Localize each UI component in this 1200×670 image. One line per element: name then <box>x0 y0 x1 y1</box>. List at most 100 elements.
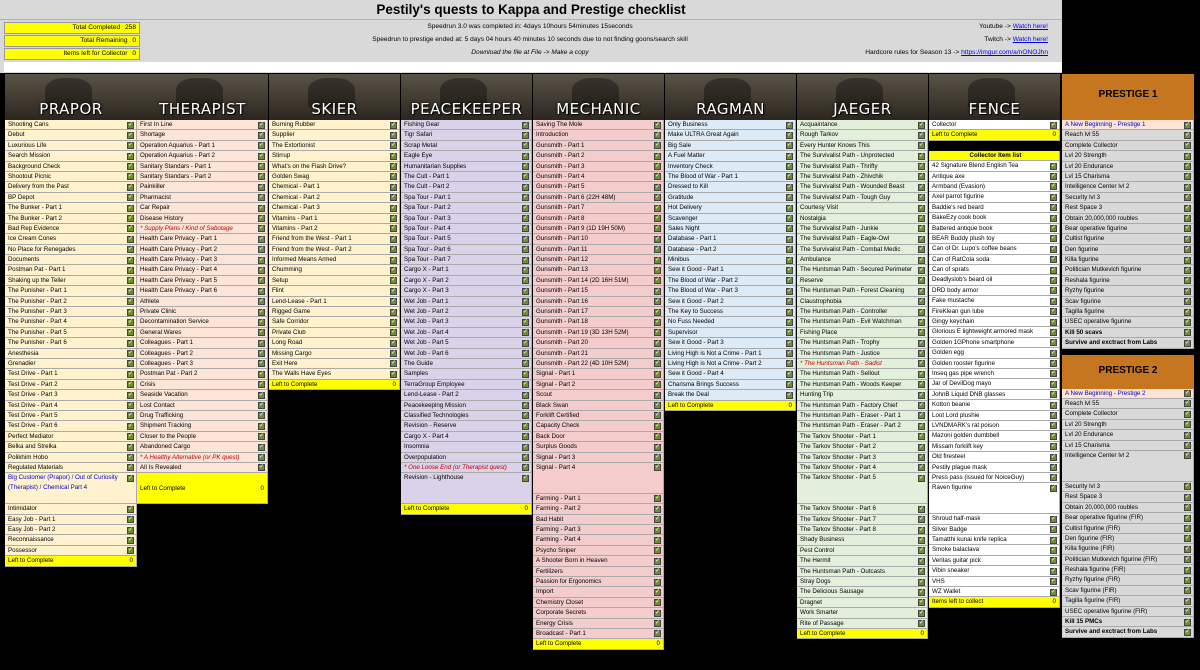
checkbox-checked-icon[interactable]: ✓ <box>1050 121 1057 129</box>
prestige-row[interactable]: Reshala figurine (FIR) ✓ <box>1062 565 1194 576</box>
checkbox-checked-icon[interactable]: ✓ <box>522 266 529 274</box>
quest-row[interactable]: Database - Part 1 ✓ <box>665 234 796 245</box>
checkbox-checked-icon[interactable]: ✓ <box>654 360 661 368</box>
checkbox-checked-icon[interactable]: ✓ <box>258 370 265 378</box>
checkbox-checked-icon[interactable]: ✓ <box>654 152 661 160</box>
checkbox-checked-icon[interactable]: ✓ <box>390 246 397 254</box>
quest-row[interactable]: The Tarkov Shooter - Part 3 ✓ <box>797 452 928 463</box>
checkbox-checked-icon[interactable]: ✓ <box>654 412 661 420</box>
prestige-row[interactable]: Survive and exctract from Labs ✓ <box>1062 627 1194 638</box>
quest-row[interactable]: Sanitary Standars - Part 2 ✓ <box>137 171 268 183</box>
quest-row[interactable]: Gunsmith - Part 13 ✓ <box>533 265 664 276</box>
checkbox-checked-icon[interactable]: ✓ <box>786 266 793 274</box>
quest-row[interactable]: Gunsmith - Part 12 ✓ <box>533 255 664 266</box>
checkbox-checked-icon[interactable]: ✓ <box>1050 360 1057 368</box>
quest-row[interactable]: The Tarkov Shooter - Part 2 ✓ <box>797 442 928 453</box>
quest-row[interactable]: Shipment Tracking ✓ <box>137 421 268 432</box>
prestige-row[interactable]: Intelligence Center lvl 2 ✓ <box>1062 182 1194 193</box>
checkbox-checked-icon[interactable]: ✓ <box>654 505 661 513</box>
checkbox-checked-icon[interactable]: ✓ <box>390 339 397 347</box>
prestige-row[interactable]: Killa figurine ✓ <box>1062 255 1194 266</box>
checkbox-checked-icon[interactable]: ✓ <box>1050 546 1057 554</box>
checkbox-checked-icon[interactable]: ✓ <box>786 318 793 326</box>
checkbox-checked-icon[interactable]: ✓ <box>918 163 925 171</box>
checkbox-checked-icon[interactable]: ✓ <box>127 225 134 233</box>
checkbox-checked-icon[interactable]: ✓ <box>918 277 925 285</box>
quest-row[interactable]: Regulated Materials ✓ <box>5 462 137 474</box>
prestige-row[interactable]: Kill 15 PMCs ✓ <box>1062 617 1194 628</box>
prestige-row[interactable]: Scav figurine (FIR) ✓ <box>1062 585 1194 597</box>
checkbox-checked-icon[interactable]: ✓ <box>1184 493 1191 501</box>
checkbox-checked-icon[interactable]: ✓ <box>1050 422 1057 430</box>
quest-row[interactable]: Gunsmith - Part 7 ✓ <box>533 203 664 214</box>
quest-row[interactable]: Signal - Part 1 ✓ <box>533 369 664 380</box>
checkbox-checked-icon[interactable]: ✓ <box>1184 576 1191 584</box>
quest-row[interactable]: Gunsmith - Part 16 ✓ <box>533 296 664 308</box>
prestige-row[interactable]: Tagilla figurine (FIR) ✓ <box>1062 596 1194 607</box>
quest-row[interactable]: Drug Trafficking ✓ <box>137 410 268 422</box>
quest-row[interactable]: Psycho Sniper ✓ <box>533 545 664 557</box>
checkbox-checked-icon[interactable]: ✓ <box>1050 557 1057 565</box>
checkbox-checked-icon[interactable]: ✓ <box>1184 318 1191 326</box>
quest-row[interactable]: Gratitude ✓ <box>665 192 796 204</box>
checkbox-checked-icon[interactable]: ✓ <box>522 422 529 430</box>
quest-row[interactable]: The Huntsman Path - Forest Cleaning ✓ <box>797 286 928 297</box>
prestige-row[interactable]: Security lvl 3 ✓ <box>1062 192 1194 204</box>
checkbox-checked-icon[interactable]: ✓ <box>390 163 397 171</box>
checkbox-checked-icon[interactable]: ✓ <box>1184 277 1191 285</box>
quest-row[interactable]: Spa Tour - Part 4 ✓ <box>401 223 532 235</box>
checkbox-checked-icon[interactable]: ✓ <box>127 505 134 513</box>
quest-row[interactable]: Health Care Privacy - Part 3 ✓ <box>137 255 268 266</box>
quest-row[interactable]: The Punisher - Part 5 ✓ <box>5 327 137 339</box>
quest-row[interactable]: Gunsmith - Part 3 ✓ <box>533 161 664 172</box>
quest-row[interactable]: The Tarkov Shooter - Part 7 ✓ <box>797 514 928 526</box>
checkbox-checked-icon[interactable]: ✓ <box>918 142 925 150</box>
quest-row[interactable]: Chemistry Closet ✓ <box>533 597 664 609</box>
checkbox-checked-icon[interactable]: ✓ <box>522 329 529 337</box>
checkbox-checked-icon[interactable]: ✓ <box>654 516 661 524</box>
prestige-row[interactable]: Reach lvl 55 ✓ <box>1062 398 1194 410</box>
quest-row[interactable]: Fishing Gear ✓ <box>401 120 532 131</box>
collector-item[interactable]: FireKlean gun lube ✓ <box>929 306 1060 318</box>
checkbox-checked-icon[interactable]: ✓ <box>127 235 134 243</box>
quest-row[interactable]: Wet Job - Part 3 ✓ <box>401 317 532 328</box>
checkbox-checked-icon[interactable]: ✓ <box>390 318 397 326</box>
checkbox-checked-icon[interactable]: ✓ <box>1184 525 1191 532</box>
quest-row[interactable]: Saving The Mole ✓ <box>533 120 664 131</box>
checkbox-checked-icon[interactable]: ✓ <box>654 391 661 399</box>
checkbox-checked-icon[interactable]: ✓ <box>127 433 134 441</box>
quest-row[interactable]: All Is Revealed ✓ <box>137 462 268 474</box>
checkbox-checked-icon[interactable]: ✓ <box>1050 380 1057 388</box>
quest-row[interactable]: The Survivalist Path - Wounded Beast ✓ <box>797 182 928 193</box>
quest-row[interactable]: Colleagues - Part 2 ✓ <box>137 348 268 359</box>
quest-row[interactable]: Forklift Certified ✓ <box>533 410 664 422</box>
quest-row[interactable]: Chemical - Part 1 ✓ <box>269 182 400 193</box>
checkbox-checked-icon[interactable]: ✓ <box>390 256 397 264</box>
quest-row[interactable]: Inventory Check ✓ <box>665 161 796 172</box>
checkbox-checked-icon[interactable]: ✓ <box>1050 370 1057 378</box>
checkbox-checked-icon[interactable]: ✓ <box>1184 215 1191 223</box>
checkbox-checked-icon[interactable]: ✓ <box>522 433 529 441</box>
checkbox-checked-icon[interactable]: ✓ <box>127 370 134 378</box>
prestige-row[interactable]: USEC operative figurine ✓ <box>1062 317 1194 328</box>
checkbox-checked-icon[interactable]: ✓ <box>1184 256 1191 264</box>
quest-row[interactable]: Easy Job - Part 1 ✓ <box>5 514 137 526</box>
checkbox-checked-icon[interactable]: ✓ <box>654 339 661 347</box>
quest-row[interactable]: Stirrup ✓ <box>269 151 400 162</box>
quest-row[interactable]: The Huntsman Path - Secured Perimeter ✓ <box>797 265 928 276</box>
collector-item[interactable]: BEAR Buddy plush toy ✓ <box>929 233 1060 245</box>
quest-row[interactable]: Debut ✓ <box>5 130 137 141</box>
prestige-row[interactable]: Intelligence Center lvl 2 ✓ <box>1062 450 1194 482</box>
prestige-row[interactable]: Politician Mutkevich figurine (FIR) ✓ <box>1062 554 1194 566</box>
quest-row[interactable]: Charisma Brings Success ✓ <box>665 379 796 391</box>
quest-row[interactable]: The Huntsman Path - Controller ✓ <box>797 307 928 318</box>
checkbox-checked-icon[interactable]: ✓ <box>1050 183 1057 191</box>
quest-row[interactable]: Cargo X - Part 1 ✓ <box>401 265 532 276</box>
checkbox-checked-icon[interactable]: ✓ <box>522 370 529 378</box>
quest-row[interactable]: Crisis ✓ <box>137 379 268 391</box>
prestige-row[interactable]: Cultist figurine ✓ <box>1062 234 1194 245</box>
checkbox-checked-icon[interactable]: ✓ <box>522 194 529 202</box>
checkbox-checked-icon[interactable]: ✓ <box>127 256 134 264</box>
quest-row[interactable]: Passion for Ergonomics ✓ <box>533 577 664 588</box>
prestige-row[interactable]: Reshala figurine ✓ <box>1062 275 1194 287</box>
